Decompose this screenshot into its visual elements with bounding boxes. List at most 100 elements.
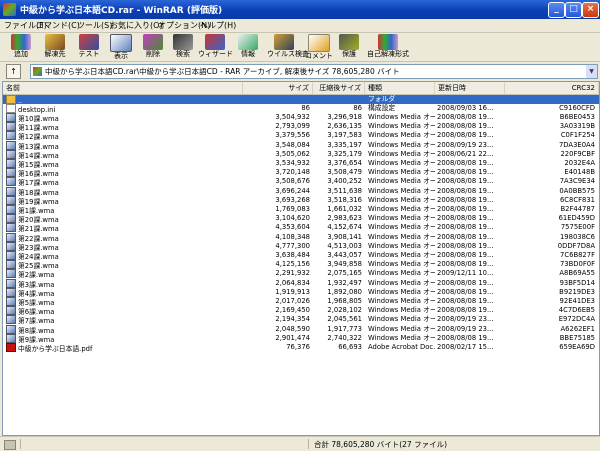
drive-icon[interactable]	[4, 440, 16, 450]
close-button[interactable]: ×	[582, 2, 599, 18]
file-size-cell: 2,291,932	[243, 269, 310, 278]
file-row[interactable]: 第24課.wma 3,638,484 3,443,057 Windows Media …	[3, 250, 599, 261]
file-row[interactable]: .. フォルダ	[3, 94, 599, 105]
file-row[interactable]: 第23課.wma 4,777,300 4,513,003 Windows Media …	[3, 241, 599, 252]
file-row[interactable]: 第3課.wma 2,064,834 1,932,497 Windows Media オ…	[3, 278, 599, 289]
toolbar-view-label: 表示	[114, 52, 128, 60]
file-row[interactable]: 第15課.wma 3,534,932 3,376,654 Windows Media …	[3, 158, 599, 169]
file-packed-text: 4,152,674	[327, 223, 362, 232]
file-type-cell: Adobe Acrobat Doc...	[368, 343, 435, 352]
file-packed-cell: 3,949,858	[313, 260, 362, 269]
file-modified-cell: 2008/08/08 19...	[437, 159, 505, 168]
toolbar-info-button[interactable]: 情報	[231, 34, 265, 61]
menu-commands[interactable]: コマンド(C)	[36, 20, 80, 31]
file-size-cell: 4,108,348	[243, 233, 310, 242]
menu-help[interactable]: ヘルプ(H)	[200, 20, 236, 31]
toolbar-delete-label: 削除	[146, 50, 160, 58]
file-modified-cell: 2008/08/08 19...	[437, 297, 505, 306]
file-row[interactable]: 第12課.wma 3,379,556 3,197,583 Windows Media …	[3, 131, 599, 141]
wma-file-icon	[6, 149, 16, 159]
menu-tools[interactable]: ツール(S)	[77, 20, 112, 31]
wma-file-icon	[6, 158, 16, 168]
file-row[interactable]: 第21課.wma 4,353,604 4,152,674 Windows Media …	[3, 223, 599, 233]
toolbar-extract-label: 解凍先	[44, 50, 66, 58]
toolbar-view-button[interactable]: 表示	[104, 34, 138, 61]
file-type-cell: Windows Media オー...	[368, 214, 435, 223]
title-bar[interactable]: 中級から学ぶ日本語CD.rar - WinRAR (評価版) _ □ ×	[0, 0, 600, 19]
file-packed-cell: 2,983,623	[313, 214, 362, 223]
file-row[interactable]: 第19課.wma 3,693,268 3,518,316 Windows Media …	[3, 195, 599, 206]
file-type-cell: Windows Media オー...	[368, 279, 435, 288]
file-type-cell: Windows Media オー...	[368, 131, 435, 140]
file-crc-cell: B9219DE3	[505, 288, 595, 297]
column-header-modified[interactable]: 更新日時	[435, 82, 505, 94]
file-crc-text: E972DC4A	[558, 315, 595, 324]
file-type-text: Windows Media オー...	[368, 131, 435, 140]
file-crc-cell: 0A0BB575	[505, 187, 595, 196]
file-row[interactable]: 第14課.wma 3,505,062 3,325,179 Windows Media …	[3, 149, 599, 160]
winrar-app-icon[interactable]	[3, 3, 16, 16]
file-type-cell: Windows Media オー...	[368, 325, 435, 334]
file-crc-text: 73BD0F0F	[559, 260, 595, 269]
toolbar-test-button[interactable]: テスト	[72, 34, 106, 61]
file-packed-cell: 3,400,252	[313, 177, 362, 186]
toolbar-sfx-button[interactable]: 自己解凍形式	[366, 34, 410, 61]
file-row[interactable]: 第8課.wma 2,048,590 1,917,773 Windows Media オ…	[3, 324, 599, 335]
extract-to-icon	[45, 34, 65, 50]
file-type-cell: Windows Media オー...	[368, 205, 435, 214]
archive-path-field[interactable]: 中級から学ぶ日本語CD.rar\中級から学ぶ日本語CD - RAR アーカイブ,…	[30, 64, 598, 79]
file-crc-text: 220F9CBF	[560, 149, 595, 158]
wma-file-icon	[6, 204, 16, 214]
column-header-packed[interactable]: 圧縮後サイズ	[313, 82, 365, 94]
maximize-button[interactable]: □	[565, 2, 582, 18]
file-row[interactable]: 第1課.wma 1,769,083 1,661,032 Windows Media オ…	[3, 204, 599, 215]
wma-file-icon	[6, 122, 16, 132]
file-row[interactable]: 第2課.wma 2,291,932 2,075,165 Windows Media オ…	[3, 269, 599, 279]
status-separator	[308, 439, 309, 449]
status-bar: 合計 78,605,280 バイト(27 ファイル)	[0, 436, 600, 451]
file-modified-cell: 2008/08/08 19...	[437, 242, 505, 251]
file-row[interactable]: 第10課.wma 3,504,932 3,296,918 Windows Media …	[3, 112, 599, 123]
file-row[interactable]: 第5課.wma 2,017,026 1,968,805 Windows Media オ…	[3, 296, 599, 307]
file-row[interactable]: 第4課.wma 1,919,913 1,892,080 Windows Media オ…	[3, 287, 599, 298]
toolbar-virusscan-button[interactable]: ウイルス検査	[267, 34, 309, 61]
toolbar-wizard-button[interactable]: ウィザード	[198, 34, 233, 61]
column-header-type[interactable]: 種類	[365, 82, 435, 94]
wma-file-icon	[6, 223, 16, 233]
file-crc-cell: 7C6B827F	[505, 251, 595, 260]
file-crc-text: B2F44787	[560, 204, 595, 213]
file-packed-text: 1,932,497	[327, 278, 362, 287]
file-list[interactable]: 名前 サイズ 圧縮後サイズ 種類 更新日時 CRC32 .. フォルダ deskto…	[2, 81, 600, 436]
column-header-size[interactable]: サイズ	[243, 82, 313, 94]
file-type-cell: Windows Media オー...	[368, 159, 435, 168]
column-header-crc32[interactable]: CRC32	[505, 82, 599, 94]
toolbar-add-button[interactable]: 追加	[4, 34, 38, 61]
file-row[interactable]: desktop.ini 86 86 構成設定 2008/09/03 16... C9160…	[3, 103, 599, 114]
file-row[interactable]: 第11課.wma 2,793,099 2,636,135 Windows Media …	[3, 122, 599, 132]
file-row[interactable]: 第22課.wma 4,108,348 3,908,141 Windows Media …	[3, 232, 599, 243]
minimize-button[interactable]: _	[548, 2, 565, 18]
file-packed-text: 2,045,561	[327, 315, 362, 324]
file-modified-text: 2008/08/08 19...	[437, 232, 494, 241]
file-row[interactable]: 第18課.wma 3,696,244 3,511,638 Windows Media …	[3, 186, 599, 197]
path-dropdown-icon[interactable]: ▼	[586, 65, 597, 78]
file-modified-cell: 2008/08/08 19...	[437, 214, 505, 223]
file-type-cell: Windows Media オー...	[368, 315, 435, 324]
file-row[interactable]: 第6課.wma 2,169,450 2,028,102 Windows Media オ…	[3, 306, 599, 316]
column-header-name[interactable]: 名前	[3, 82, 243, 94]
toolbar-find-button[interactable]: 検索	[166, 34, 200, 61]
toolbar-protect-button[interactable]: 保護	[332, 34, 366, 61]
file-row[interactable]: 第17課.wma 3,508,676 3,400,252 Windows Media …	[3, 177, 599, 187]
up-folder-button[interactable]: ↑	[6, 64, 21, 79]
toolbar-comment-button[interactable]: コメント	[302, 34, 336, 61]
file-row[interactable]: 中級から学ぶ日本語.pdf 76,376 66,693 Adobe Acrobat D…	[3, 342, 599, 353]
file-row[interactable]: 第7課.wma 2,194,354 2,045,561 Windows Media オ…	[3, 315, 599, 325]
file-row[interactable]: 第25課.wma 4,125,156 3,949,858 Windows Media …	[3, 260, 599, 270]
file-row[interactable]: 第13課.wma 3,548,084 3,335,197 Windows Media …	[3, 140, 599, 151]
file-row[interactable]: 第20課.wma 3,104,620 2,983,623 Windows Media …	[3, 214, 599, 224]
file-row[interactable]: 第9課.wma 2,901,474 2,740,322 Windows Media オ…	[3, 333, 599, 344]
toolbar-delete-button[interactable]: 削除	[136, 34, 170, 61]
file-row[interactable]: 第16課.wma 3,720,148 3,508,479 Windows Media …	[3, 168, 599, 178]
menu-favorites[interactable]: お気に入り(O)	[110, 20, 163, 31]
toolbar-extract-button[interactable]: 解凍先	[38, 34, 72, 61]
